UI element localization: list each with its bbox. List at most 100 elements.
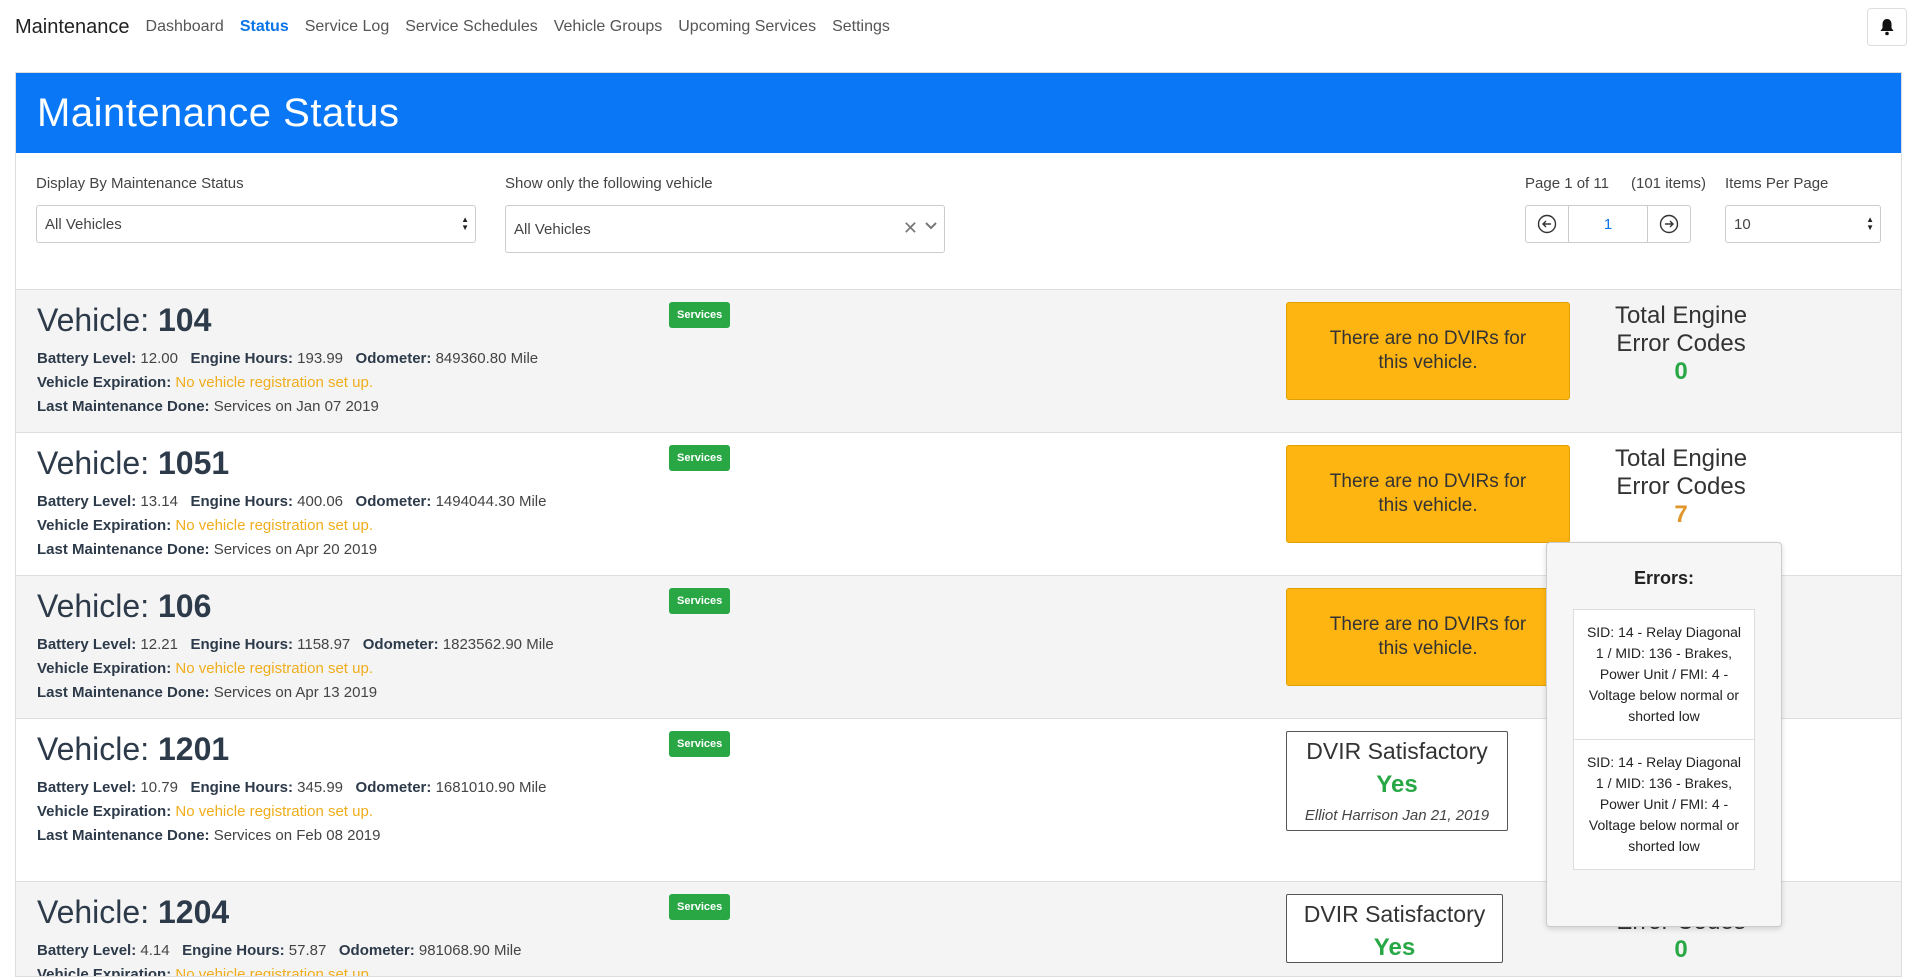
no-dvir-notice: There are no DVIRs for this vehicle. — [1286, 588, 1570, 686]
engine-hours-value: 400.06 — [297, 493, 344, 510]
vehicle-row: Vehicle: 104 Battery Level: 12.00 Engine… — [16, 289, 1901, 432]
dvir-label: DVIR Satisfactory — [1306, 738, 1488, 764]
vehicle-id: 1051 — [157, 445, 230, 481]
odometer-value: 849360.80 Mile — [435, 350, 539, 367]
expiration-value: No vehicle registration set up. — [175, 517, 373, 534]
error-codes-label: Total Engine — [1614, 445, 1748, 472]
vehicle-id: 104 — [157, 302, 212, 338]
battery-value: 13.14 — [140, 493, 178, 510]
vehicle-expiration: Vehicle Expiration: No vehicle registrat… — [37, 803, 373, 820]
last-maintenance-value: Services on Apr 13 2019 — [213, 684, 378, 701]
vehicle-id: 106 — [157, 588, 212, 624]
vehicle-title[interactable]: Vehicle: 104 — [37, 302, 211, 339]
filter-bar: Display By Maintenance Status All Vehicl… — [16, 153, 1901, 289]
vehicle-title[interactable]: Vehicle: 1204 — [37, 894, 229, 931]
vehicle-title[interactable]: Vehicle: 1201 — [37, 731, 229, 768]
page-header: Maintenance Status — [16, 73, 1901, 153]
errors-popover[interactable]: Errors: SID: 14 - Relay Diagonal 1 / MID… — [1546, 542, 1782, 927]
services-badge[interactable]: Services — [669, 302, 731, 328]
services-badge[interactable]: Services — [669, 445, 731, 471]
no-dvir-notice: There are no DVIRs for this vehicle. — [1286, 445, 1570, 543]
expiration-value: No vehicle registration set up. — [175, 660, 373, 677]
odometer-value: 981068.90 Mile — [418, 942, 522, 959]
dvir-label: DVIR Satisfactory — [1303, 901, 1486, 927]
vehicle-label: Vehicle: — [37, 445, 150, 481]
status-filter-label: Display By Maintenance Status — [36, 175, 244, 192]
last-maintenance: Last Maintenance Done: Services on Jan 0… — [37, 398, 379, 415]
no-dvir-notice: There are no DVIRs for this vehicle. — [1286, 302, 1570, 400]
error-codes-label: Error Codes — [1616, 473, 1746, 500]
services-badge[interactable]: Services — [669, 731, 731, 757]
items-per-page-select[interactable]: 10 ▲ ▼ — [1725, 205, 1881, 243]
vehicle-expiration: Vehicle Expiration: No vehicle registrat… — [37, 517, 373, 534]
services-badge[interactable]: Services — [669, 588, 731, 614]
select-arrows-icon: ▲ ▼ — [1866, 215, 1874, 232]
status-filter-select[interactable]: All Vehicles ▲ ▼ — [36, 205, 476, 243]
nav-service-schedules[interactable]: Service Schedules — [405, 18, 538, 36]
odometer-value: 1681010.90 Mile — [435, 779, 547, 796]
vehicle-filter-label: Show only the following vehicle — [505, 175, 713, 192]
dvir-card[interactable]: DVIR Satisfactory Yes Elliot Harrison Ja… — [1286, 731, 1508, 831]
page-number-input[interactable]: 1 — [1568, 205, 1648, 243]
clear-icon[interactable]: ✕ — [903, 218, 918, 239]
vehicle-label: Vehicle: — [37, 302, 150, 338]
nav-vehicle-groups[interactable]: Vehicle Groups — [554, 18, 663, 36]
vehicle-stats: Battery Level: 12.00 Engine Hours: 193.9… — [37, 350, 539, 367]
dvir-status: Yes — [1376, 771, 1418, 798]
expiration-value: No vehicle registration set up. — [175, 374, 373, 391]
notifications-button[interactable] — [1867, 8, 1907, 46]
brand[interactable]: Maintenance — [15, 16, 130, 39]
popover-title: Errors: — [1633, 568, 1695, 588]
engine-hours-value: 1158.97 — [297, 636, 351, 653]
error-count: 7 — [1674, 501, 1688, 528]
dvir-card[interactable]: DVIR Satisfactory Yes — [1286, 894, 1503, 963]
nav-dashboard[interactable]: Dashboard — [146, 18, 224, 36]
vehicle-stats: Battery Level: 4.14 Engine Hours: 57.87 … — [37, 942, 522, 959]
engine-error-codes[interactable]: Total Engine Error Codes 0 — [1591, 302, 1771, 386]
page-info: Page 1 of 11 — [1525, 175, 1609, 192]
dvir-status: Yes — [1373, 934, 1416, 961]
top-nav: Maintenance Dashboard Status Service Log… — [0, 0, 1917, 54]
battery-value: 4.14 — [140, 942, 170, 959]
expiration-value: No vehicle registration set up. — [175, 966, 373, 977]
error-item: SID: 14 - Relay Diagonal 1 / MID: 136 - … — [1573, 609, 1755, 740]
last-maintenance: Last Maintenance Done: Services on Feb 0… — [37, 827, 381, 844]
error-count: 0 — [1674, 358, 1688, 385]
vehicle-expiration: Vehicle Expiration: No vehicle registrat… — [37, 374, 373, 391]
services-badge[interactable]: Services — [669, 894, 731, 920]
status-filter-value: All Vehicles — [45, 215, 122, 233]
next-page-button[interactable] — [1647, 205, 1691, 243]
vehicle-filter-value: All Vehicles — [514, 220, 591, 238]
dvir-inspector: Elliot Harrison Jan 21, 2019 — [1304, 807, 1490, 824]
error-item: SID: 14 - Relay Diagonal 1 / MID: 136 - … — [1573, 740, 1755, 870]
odometer-value: 1494044.30 Mile — [435, 493, 547, 510]
prev-page-button[interactable] — [1525, 205, 1569, 243]
vehicle-stats: Battery Level: 10.79 Engine Hours: 345.9… — [37, 779, 547, 796]
engine-error-codes[interactable]: Total Engine Error Codes 7 — [1591, 445, 1771, 529]
error-count: 0 — [1674, 936, 1688, 963]
last-maintenance: Last Maintenance Done: Services on Apr 1… — [37, 684, 378, 701]
vehicle-expiration: Vehicle Expiration: No vehicle registrat… — [37, 660, 373, 677]
vehicle-expiration: Vehicle Expiration: No vehicle registrat… — [37, 966, 373, 977]
battery-value: 12.00 — [140, 350, 178, 367]
error-codes-label: Error Codes — [1616, 330, 1746, 357]
expiration-value: No vehicle registration set up. — [175, 803, 373, 820]
vehicle-title[interactable]: Vehicle: 106 — [37, 588, 211, 625]
vehicle-stats: Battery Level: 12.21 Engine Hours: 1158.… — [37, 636, 554, 653]
error-codes-label: Total Engine — [1614, 302, 1748, 329]
last-maintenance: Last Maintenance Done: Services on Apr 2… — [37, 541, 378, 558]
engine-hours-value: 57.87 — [288, 942, 327, 959]
nav-service-log[interactable]: Service Log — [305, 18, 390, 36]
nav-status[interactable]: Status — [240, 18, 289, 36]
engine-hours-value: 345.99 — [297, 779, 344, 796]
vehicle-filter-select[interactable]: All Vehicles ✕ — [505, 205, 945, 253]
chevron-down-icon[interactable] — [924, 219, 938, 237]
last-maintenance-value: Services on Jan 07 2019 — [213, 398, 379, 415]
arrow-left-circle-icon — [1537, 214, 1557, 234]
nav-settings[interactable]: Settings — [832, 18, 890, 36]
last-maintenance-value: Services on Apr 20 2019 — [213, 541, 378, 558]
vehicle-title[interactable]: Vehicle: 1051 — [37, 445, 229, 482]
nav-upcoming-services[interactable]: Upcoming Services — [678, 18, 816, 36]
arrow-right-circle-icon — [1659, 214, 1679, 234]
battery-value: 10.79 — [140, 779, 178, 796]
